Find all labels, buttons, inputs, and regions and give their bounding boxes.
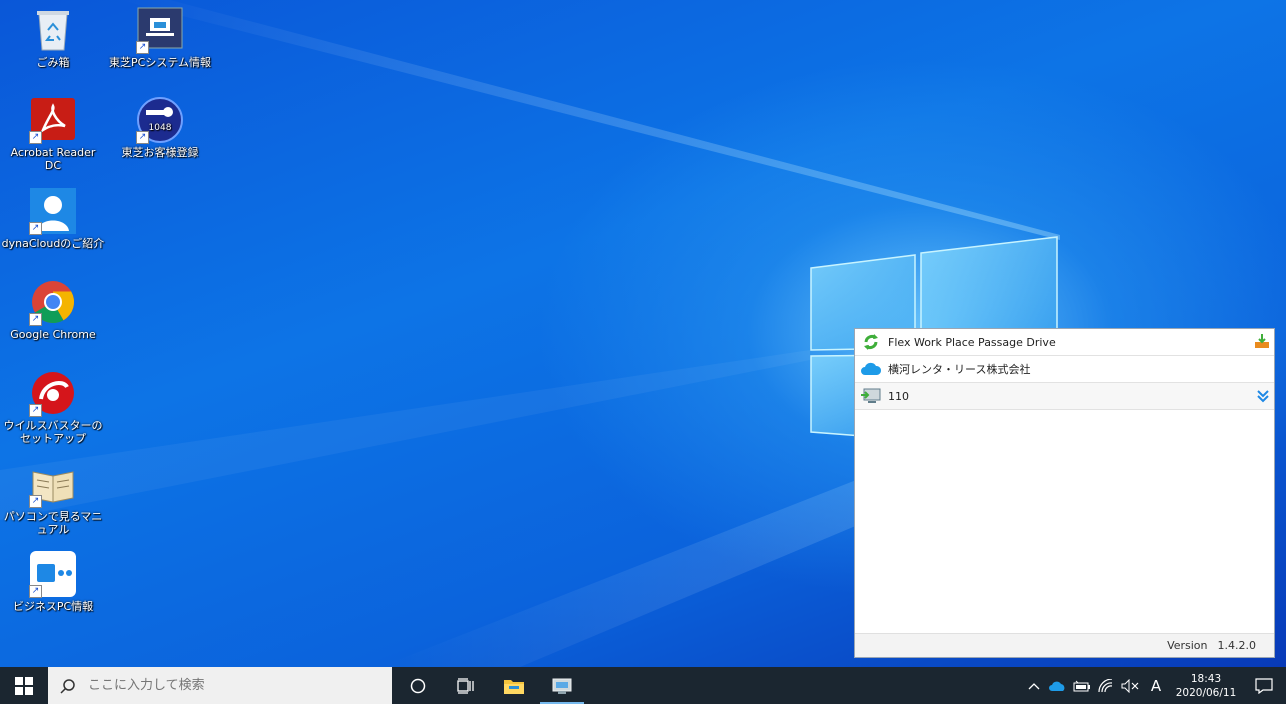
start-button[interactable] — [0, 667, 48, 704]
desktop-icon-label: 東芝お客様登録 — [121, 146, 199, 159]
task-view-icon — [457, 677, 474, 694]
shortcut-arrow-icon: ↗ — [29, 313, 42, 326]
system-tray: A 18:43 2020/06/11 — [1022, 667, 1286, 704]
passage-drive-taskbar-button[interactable] — [538, 667, 586, 704]
desktop-icon-label: ごみ箱 — [36, 56, 70, 69]
task-view-button[interactable] — [442, 667, 490, 704]
company-name: 横河レンタ・リース株式会社 — [888, 363, 1031, 376]
windows-logo-icon — [15, 676, 33, 695]
desktop-icon-recycle-bin[interactable]: ごみ箱 — [1, 6, 105, 69]
taskbar-search-box[interactable] — [48, 667, 392, 704]
chevron-up-icon[interactable] — [1022, 667, 1046, 704]
recycle-bin-icon — [29, 6, 77, 54]
desktop-icon-label: ビジネスPC情報 — [12, 600, 94, 613]
folder-icon — [504, 679, 524, 694]
manual-book-icon: ↗ — [29, 460, 77, 508]
clock-time: 18:43 — [1190, 672, 1222, 685]
panel-footer: Version 1.4.2.0 — [855, 633, 1274, 657]
device-name: 110 — [888, 389, 909, 403]
desktop-icon-label: Google Chrome — [10, 328, 96, 341]
virusbuster-icon: ↗ — [29, 369, 77, 417]
action-center-button[interactable] — [1242, 667, 1286, 704]
expand-chevron-icon[interactable] — [1256, 389, 1270, 406]
desktop-icon-label: Acrobat Reader DC — [10, 146, 96, 172]
device-row[interactable]: 110 — [855, 383, 1274, 410]
desktop-icon-label: dynaCloudのご紹介 — [1, 237, 105, 250]
clock[interactable]: 18:43 2020/06/11 — [1170, 672, 1242, 700]
desktop-icon-chrome[interactable]: ↗ Google Chrome — [1, 278, 105, 341]
file-explorer-button[interactable] — [490, 667, 538, 704]
wifi-icon[interactable] — [1094, 667, 1118, 704]
remote-pc-icon — [860, 386, 882, 406]
version-value: 1.4.2.0 — [1217, 639, 1256, 652]
onedrive-cloud-icon[interactable] — [1046, 667, 1070, 704]
clock-date: 2020/06/11 — [1175, 686, 1237, 699]
version-label: Version — [1167, 639, 1208, 652]
shortcut-arrow-icon: ↗ — [29, 131, 42, 144]
business-pc-icon: ↗ — [29, 550, 77, 598]
shortcut-arrow-icon: ↗ — [29, 404, 42, 417]
passage-drive-panel: Flex Work Place Passage Drive 横河レンタ・リース株… — [854, 328, 1275, 658]
install-update-icon[interactable] — [1254, 333, 1270, 352]
desktop-icon-registration[interactable]: 1048 ↗ 東芝お客様登録 — [108, 96, 212, 159]
search-icon — [60, 678, 75, 694]
panel-title: Flex Work Place Passage Drive — [888, 335, 1056, 349]
sync-arrows-icon — [860, 332, 882, 352]
taskbar: A 18:43 2020/06/11 — [0, 667, 1286, 704]
cloud-icon — [860, 359, 882, 379]
notification-icon — [1255, 677, 1273, 694]
desktop-icon-label: 東芝PCシステム情報 — [109, 56, 211, 69]
shortcut-arrow-icon: ↗ — [29, 585, 42, 598]
search-input[interactable] — [86, 677, 380, 694]
shortcut-arrow-icon: ↗ — [136, 41, 149, 54]
acrobat-icon: ↗ — [29, 96, 77, 144]
desktop-icon-business-pc[interactable]: ↗ ビジネスPC情報 — [1, 550, 105, 613]
desktop-icon-virusbuster[interactable]: ↗ ウイルスバスターのセットアップ — [1, 369, 105, 445]
dynacloud-user-icon: ↗ — [29, 187, 77, 235]
desktop-icon-label: ウイルスバスターのセットアップ — [3, 419, 103, 445]
shortcut-arrow-icon: ↗ — [136, 131, 149, 144]
chrome-icon: ↗ — [29, 278, 77, 326]
svg-text:1048: 1048 — [149, 123, 172, 133]
ime-indicator[interactable]: A — [1142, 667, 1170, 704]
shortcut-arrow-icon: ↗ — [29, 495, 42, 508]
cortana-button[interactable] — [394, 667, 442, 704]
battery-icon[interactable] — [1070, 667, 1094, 704]
desktop-icon-manual[interactable]: ↗ パソコンで見るマニュアル — [1, 460, 105, 536]
registration-key-icon: 1048 ↗ — [136, 96, 184, 144]
cortana-circle-icon — [410, 678, 426, 693]
desktop-icon-label: パソコンで見るマニュアル — [3, 510, 103, 536]
company-row[interactable]: 横河レンタ・リース株式会社 — [855, 356, 1274, 383]
panel-title-row: Flex Work Place Passage Drive — [855, 329, 1274, 356]
desktop-icon-dynacloud[interactable]: ↗ dynaCloudのご紹介 — [1, 187, 105, 250]
passage-drive-app-icon — [552, 678, 572, 694]
desktop-icon-system-info[interactable]: ↗ 東芝PCシステム情報 — [108, 6, 212, 69]
shortcut-arrow-icon: ↗ — [29, 222, 42, 235]
desktop-icon-acrobat[interactable]: ↗ Acrobat Reader DC — [1, 96, 105, 172]
system-info-icon: ↗ — [136, 6, 184, 54]
volume-muted-icon[interactable] — [1118, 667, 1142, 704]
